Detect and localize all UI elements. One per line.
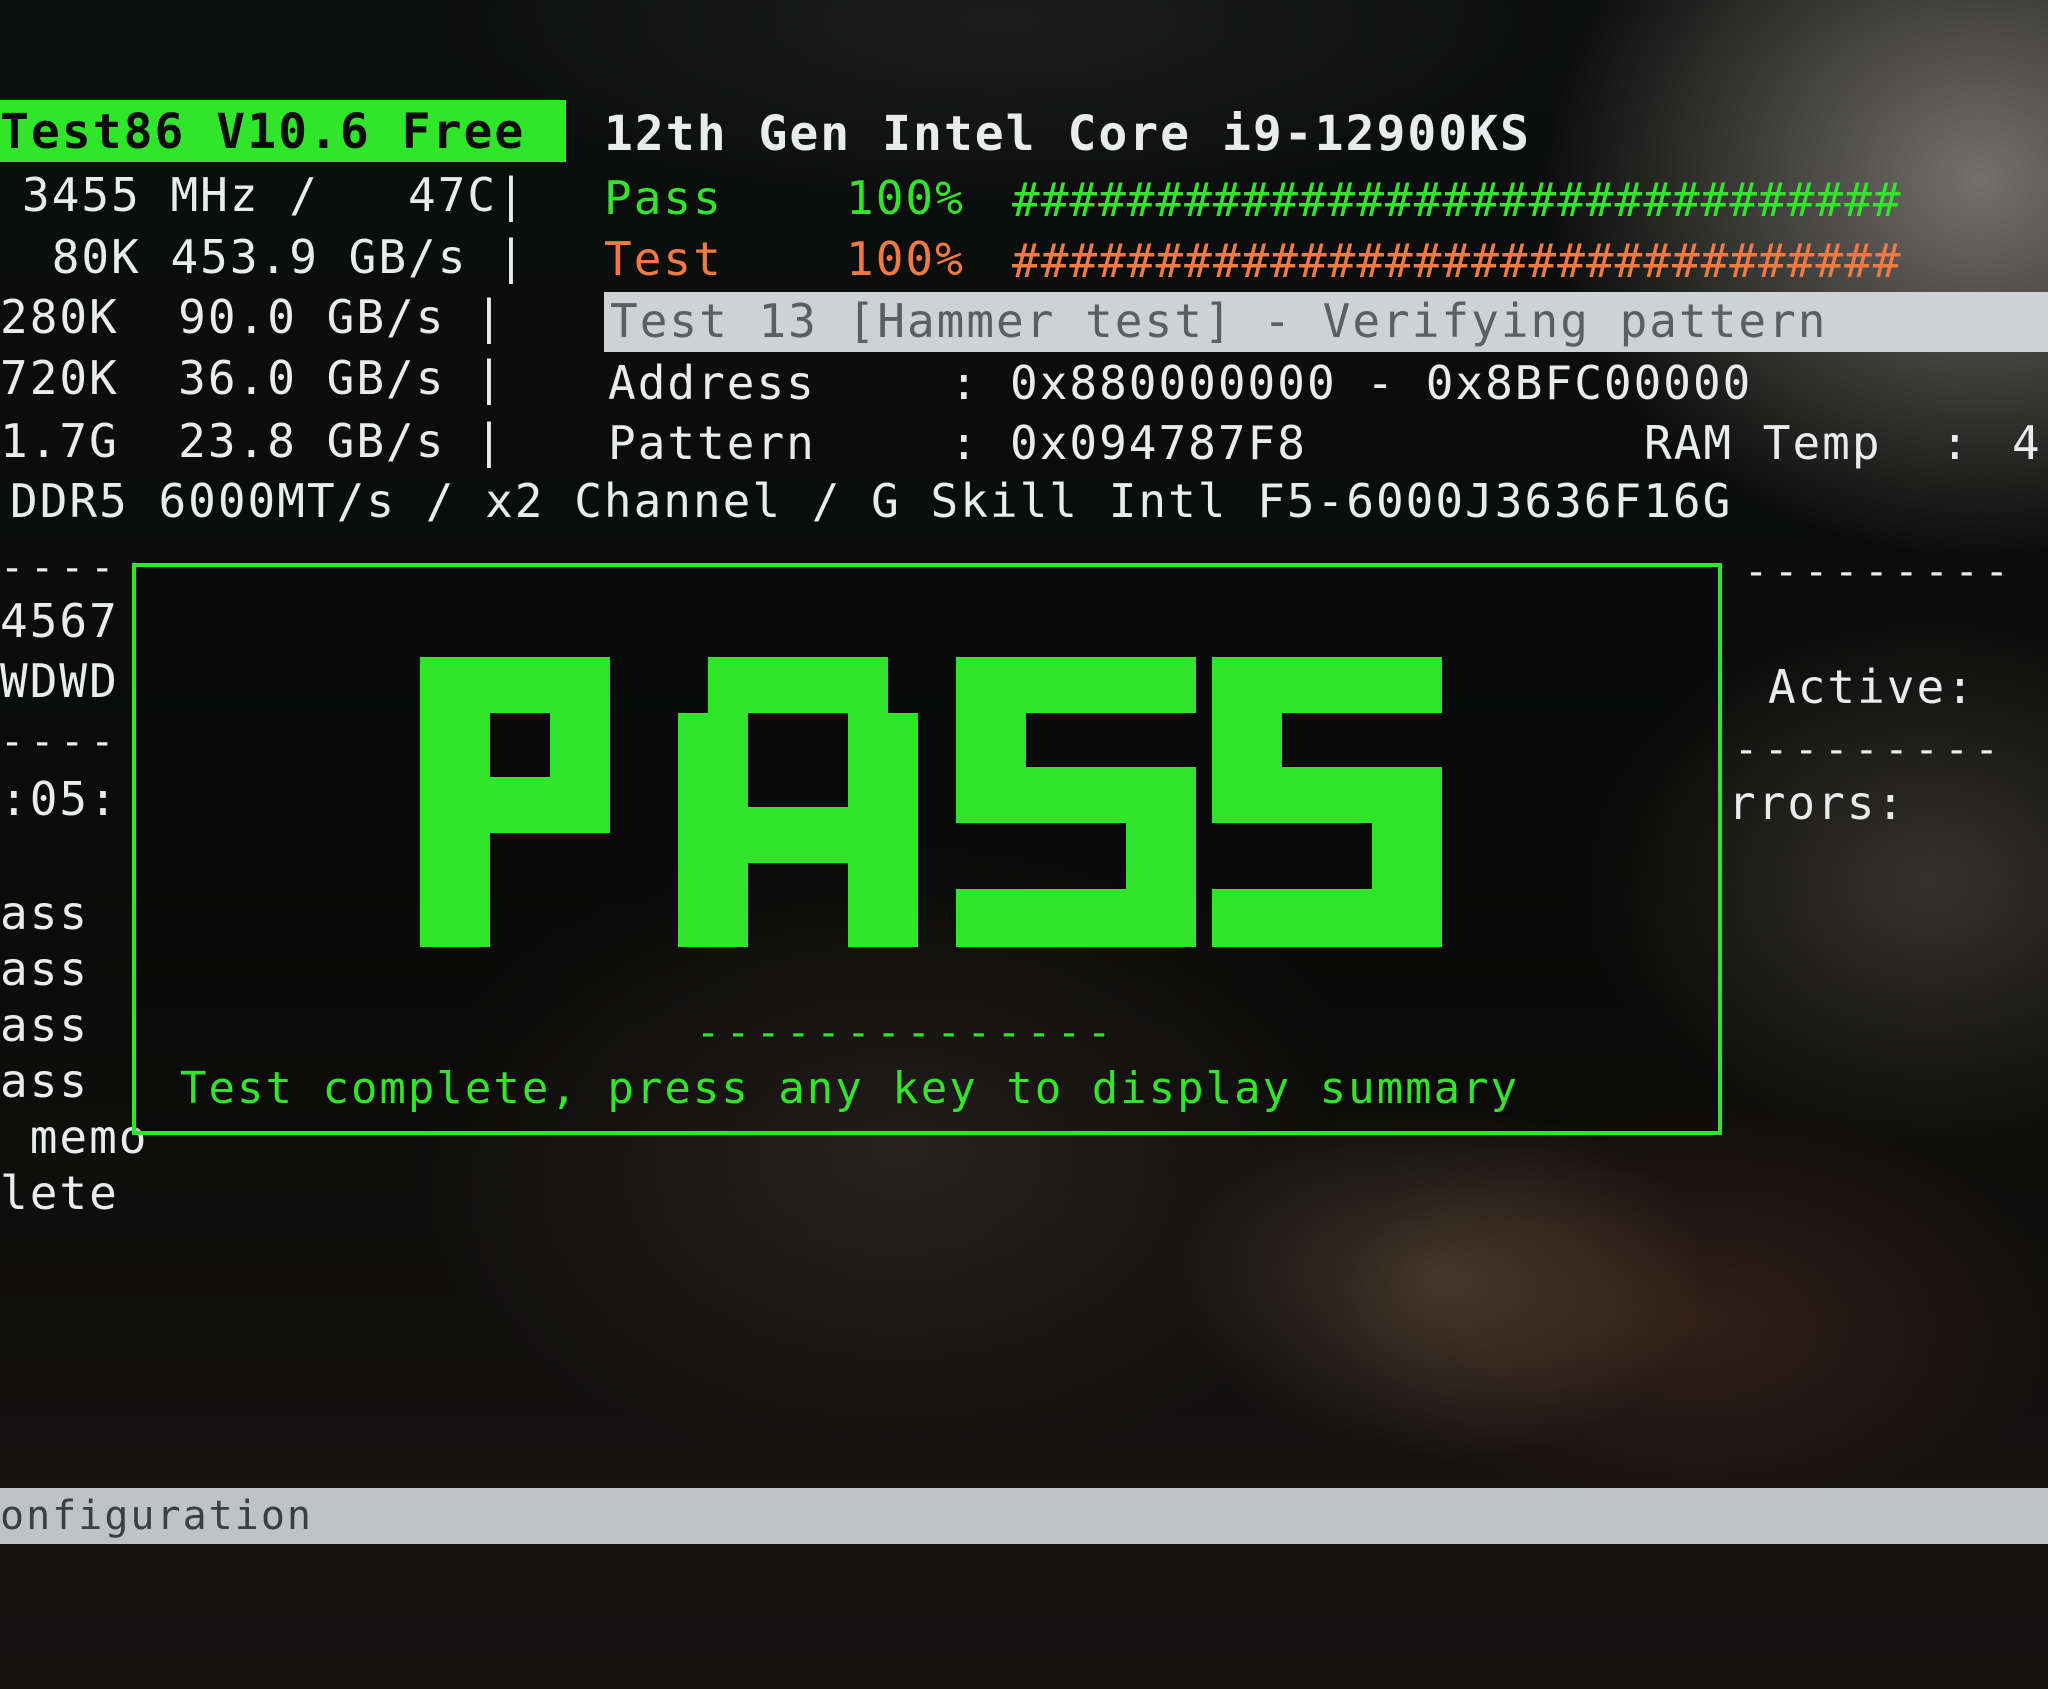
log-line-3: ass xyxy=(0,998,90,1052)
log-line-4: ass xyxy=(0,1054,90,1108)
memory-speed: 1.7G 23.8 GB/s | xyxy=(0,414,505,468)
log-line-1: ass xyxy=(0,886,90,940)
address-colon: : xyxy=(950,356,980,410)
elapsed-time: :05: xyxy=(0,772,119,826)
core-numbers: 4567 xyxy=(0,594,119,648)
active-label: Active: xyxy=(1768,660,1976,714)
cache-l1-speed: 80K 453.9 GB/s | xyxy=(22,230,527,284)
cache-l3-speed: 720K 36.0 GB/s | xyxy=(0,351,505,405)
pattern-label: Pattern xyxy=(608,416,816,470)
core-states: WDWD xyxy=(0,654,119,708)
cpu-name: 12th Gen Intel Core i9-12900KS xyxy=(604,106,1531,162)
cache-l2-speed: 280K 90.0 GB/s | xyxy=(0,290,505,344)
right-divider-mid: --------- xyxy=(1734,727,2005,773)
bottom-bar-text: onfiguration xyxy=(0,1493,313,1539)
pattern-value: 0x094787F8 xyxy=(1010,416,1307,470)
pass-label: Pass xyxy=(604,171,723,225)
ram-temp-label: RAM Temp : xyxy=(1644,416,1971,470)
left-divider-top: ---- xyxy=(0,545,121,591)
pattern-colon: : xyxy=(950,416,980,470)
errors-label: rrors: xyxy=(1728,776,1907,830)
test-percent: 100% xyxy=(846,232,965,286)
log-line-6: lete xyxy=(0,1166,119,1220)
pass-percent: 100% xyxy=(846,171,965,225)
cpu-clock-temp: 3455 MHz / 47C| xyxy=(22,168,527,222)
app-title: Test86 V10.6 Free xyxy=(0,104,526,160)
address-label: Address xyxy=(608,356,816,410)
left-divider-mid: ---- xyxy=(0,719,121,765)
test-label: Test xyxy=(604,232,723,286)
right-divider-top: --------- xyxy=(1744,549,2015,595)
dimm-info: DDR5 6000MT/s / x2 Channel / G Skill Int… xyxy=(10,474,1733,528)
ram-temp-value: 4 xyxy=(2012,416,2042,470)
popup-divider: -------------- xyxy=(696,1010,1118,1056)
current-test: Test 13 [Hammer test] - Verifying patter… xyxy=(610,294,1828,348)
popup-message: Test complete, press any key to display … xyxy=(180,1063,1520,1114)
address-value: 0x880000000 - 0x8BFC00000 xyxy=(1010,356,1753,410)
pass-progress-bar: ############################### xyxy=(1012,173,1902,227)
pass-popup: -------------- Test complete, press any … xyxy=(132,563,1722,1135)
test-progress-bar: ############################### xyxy=(1012,234,1902,288)
log-line-5: memo xyxy=(0,1110,149,1164)
log-line-2: ass xyxy=(0,942,90,996)
